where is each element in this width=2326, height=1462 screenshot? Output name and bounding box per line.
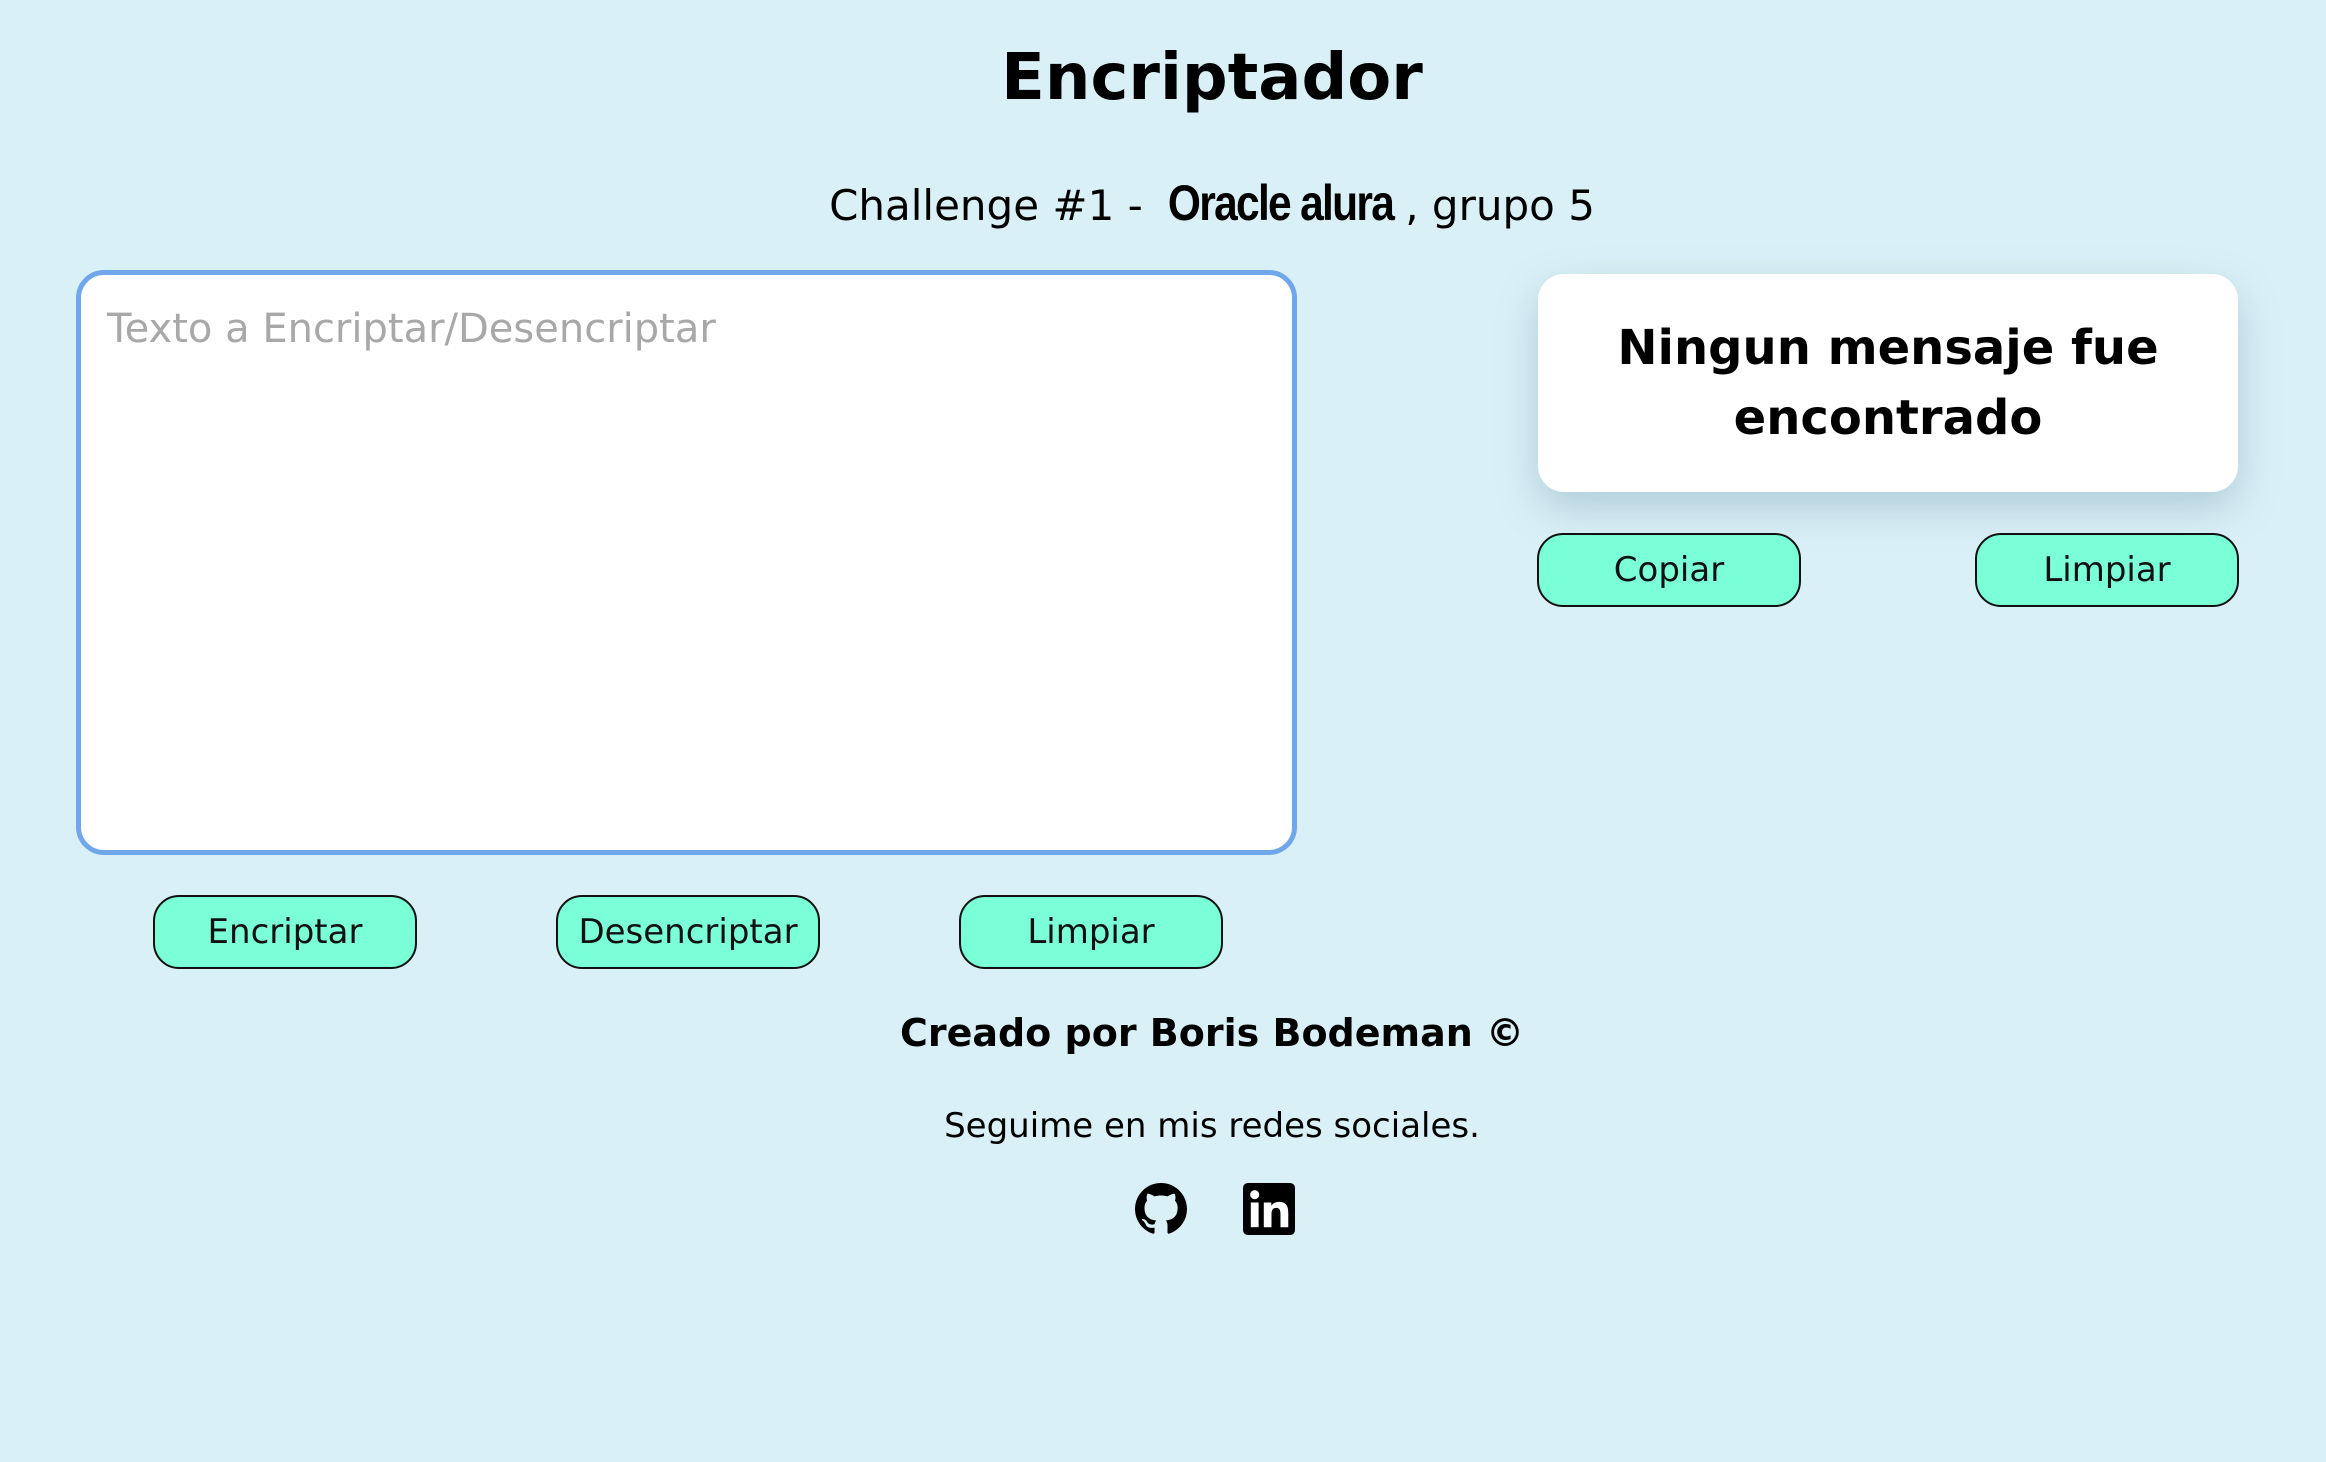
text-input[interactable]	[76, 270, 1297, 855]
subtitle-prefix: Challenge #1 -	[829, 181, 1157, 230]
page-subtitle: Challenge #1 - Oracle alura, grupo 5	[0, 170, 2326, 239]
linkedin-icon[interactable]	[1243, 1183, 1295, 1235]
encrypt-button[interactable]: Encriptar	[153, 895, 417, 969]
decrypt-button[interactable]: Desencriptar	[556, 895, 820, 969]
subtitle-brand: Oracle alura	[1168, 175, 1395, 231]
output-message: Ningun mensaje fue encontrado	[1617, 320, 2159, 446]
github-icon-glyph	[1135, 1183, 1187, 1234]
clear-input-button[interactable]: Limpiar	[959, 895, 1223, 969]
footer-credit: Creado por Boris Bodeman ©	[899, 1011, 1525, 1055]
github-icon[interactable]	[1135, 1183, 1187, 1235]
subtitle-suffix: , grupo 5	[1405, 181, 1595, 230]
copy-button[interactable]: Copiar	[1537, 533, 1801, 607]
clear-output-button[interactable]: Limpiar	[1975, 533, 2239, 607]
output-card: Ningun mensaje fue encontrado	[1538, 274, 2238, 492]
linkedin-icon-glyph	[1243, 1183, 1295, 1235]
footer-follow-text: Seguime en mis redes sociales.	[944, 1106, 1480, 1146]
page-title: Encriptador	[1001, 41, 1423, 115]
